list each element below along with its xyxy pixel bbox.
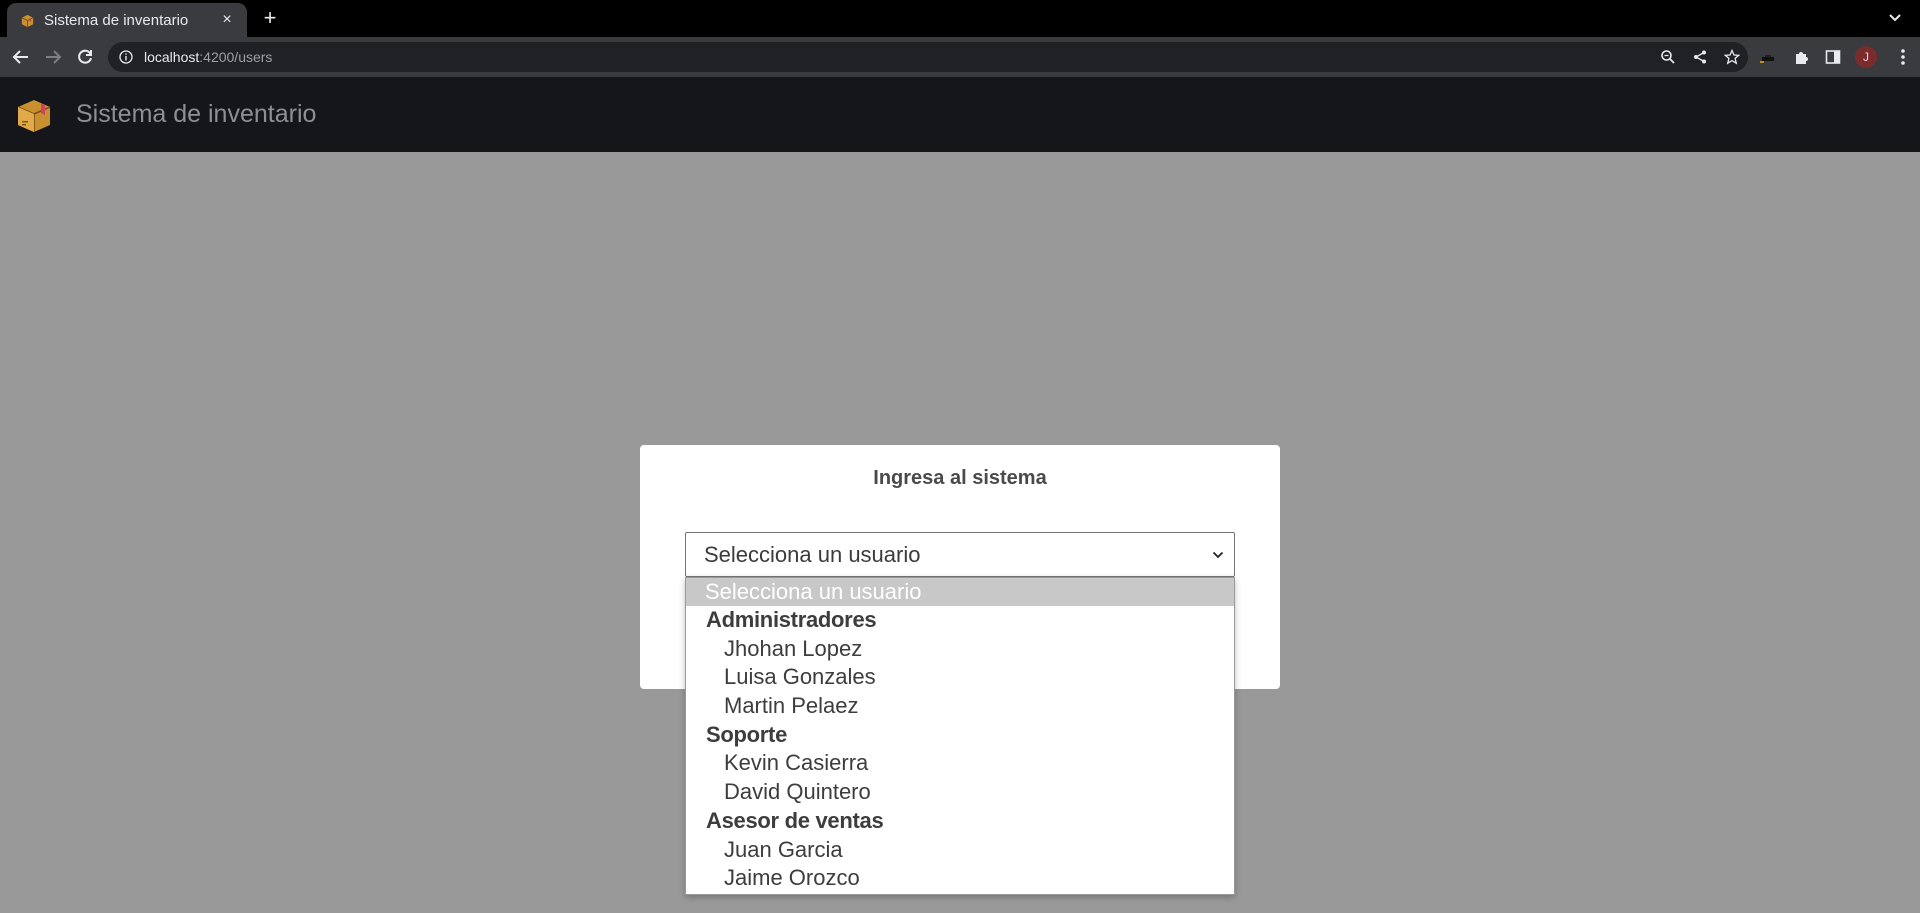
- package-box-icon: [14, 95, 54, 135]
- tab-close-icon[interactable]: ×: [217, 11, 237, 29]
- app-header: Sistema de inventario: [0, 77, 1920, 152]
- back-arrow-icon[interactable]: [9, 45, 33, 69]
- browser-toolbar: localhost:4200/users J: [0, 37, 1920, 77]
- user-option[interactable]: Jaime Orozco: [686, 864, 1234, 893]
- forward-arrow-icon[interactable]: [41, 45, 65, 69]
- new-tab-button[interactable]: +: [258, 6, 282, 30]
- optgroup-label: Administradores: [706, 607, 877, 632]
- user-select[interactable]: Selecciona un usuario: [685, 532, 1235, 577]
- side-panel-icon[interactable]: [1821, 45, 1845, 69]
- reload-icon[interactable]: [73, 45, 97, 69]
- url-path: :4200/users: [199, 49, 273, 65]
- login-heading: Ingresa al sistema: [873, 467, 1047, 489]
- chevron-down-icon[interactable]: [1884, 7, 1906, 29]
- tab-title: Sistema de inventario: [44, 11, 189, 29]
- profile-avatar[interactable]: J: [1855, 46, 1877, 68]
- package-icon: [19, 12, 35, 28]
- user-select-value: Selecciona un usuario: [704, 541, 921, 567]
- optgroup-label: Asesor de ventas: [706, 807, 884, 833]
- optgroup-label: Soporte: [706, 721, 788, 747]
- chevron-down-icon: [1208, 550, 1228, 560]
- zoom-icon[interactable]: [1656, 45, 1680, 69]
- option-placeholder[interactable]: Selecciona un usuario: [686, 578, 1234, 606]
- user-option[interactable]: Martin Pelaez: [686, 692, 1234, 721]
- browser-tabstrip: Sistema de inventario × +: [0, 0, 1920, 37]
- user-select-dropdown: Selecciona un usuario Administradores Jh…: [685, 577, 1235, 895]
- browser-tab[interactable]: Sistema de inventario ×: [7, 3, 247, 37]
- site-info-icon[interactable]: [118, 49, 134, 65]
- extension-icon[interactable]: [1757, 45, 1781, 69]
- url-host: localhost: [144, 49, 200, 65]
- kebab-menu-icon[interactable]: [1891, 45, 1915, 69]
- share-icon[interactable]: [1688, 45, 1712, 69]
- bookmark-star-icon[interactable]: [1720, 45, 1744, 69]
- address-bar[interactable]: localhost:4200/users: [108, 42, 1748, 72]
- user-option[interactable]: Jhohan Lopez: [686, 635, 1234, 664]
- user-option[interactable]: David Quintero: [686, 778, 1234, 807]
- url-text: localhost:4200/users: [144, 49, 272, 65]
- user-option[interactable]: Luisa Gonzales: [686, 663, 1234, 692]
- app-title: Sistema de inventario: [76, 100, 317, 128]
- user-option[interactable]: Kevin Casierra: [686, 749, 1234, 778]
- puzzle-icon[interactable]: [1789, 45, 1813, 69]
- user-option[interactable]: Juan Garcia: [686, 836, 1234, 865]
